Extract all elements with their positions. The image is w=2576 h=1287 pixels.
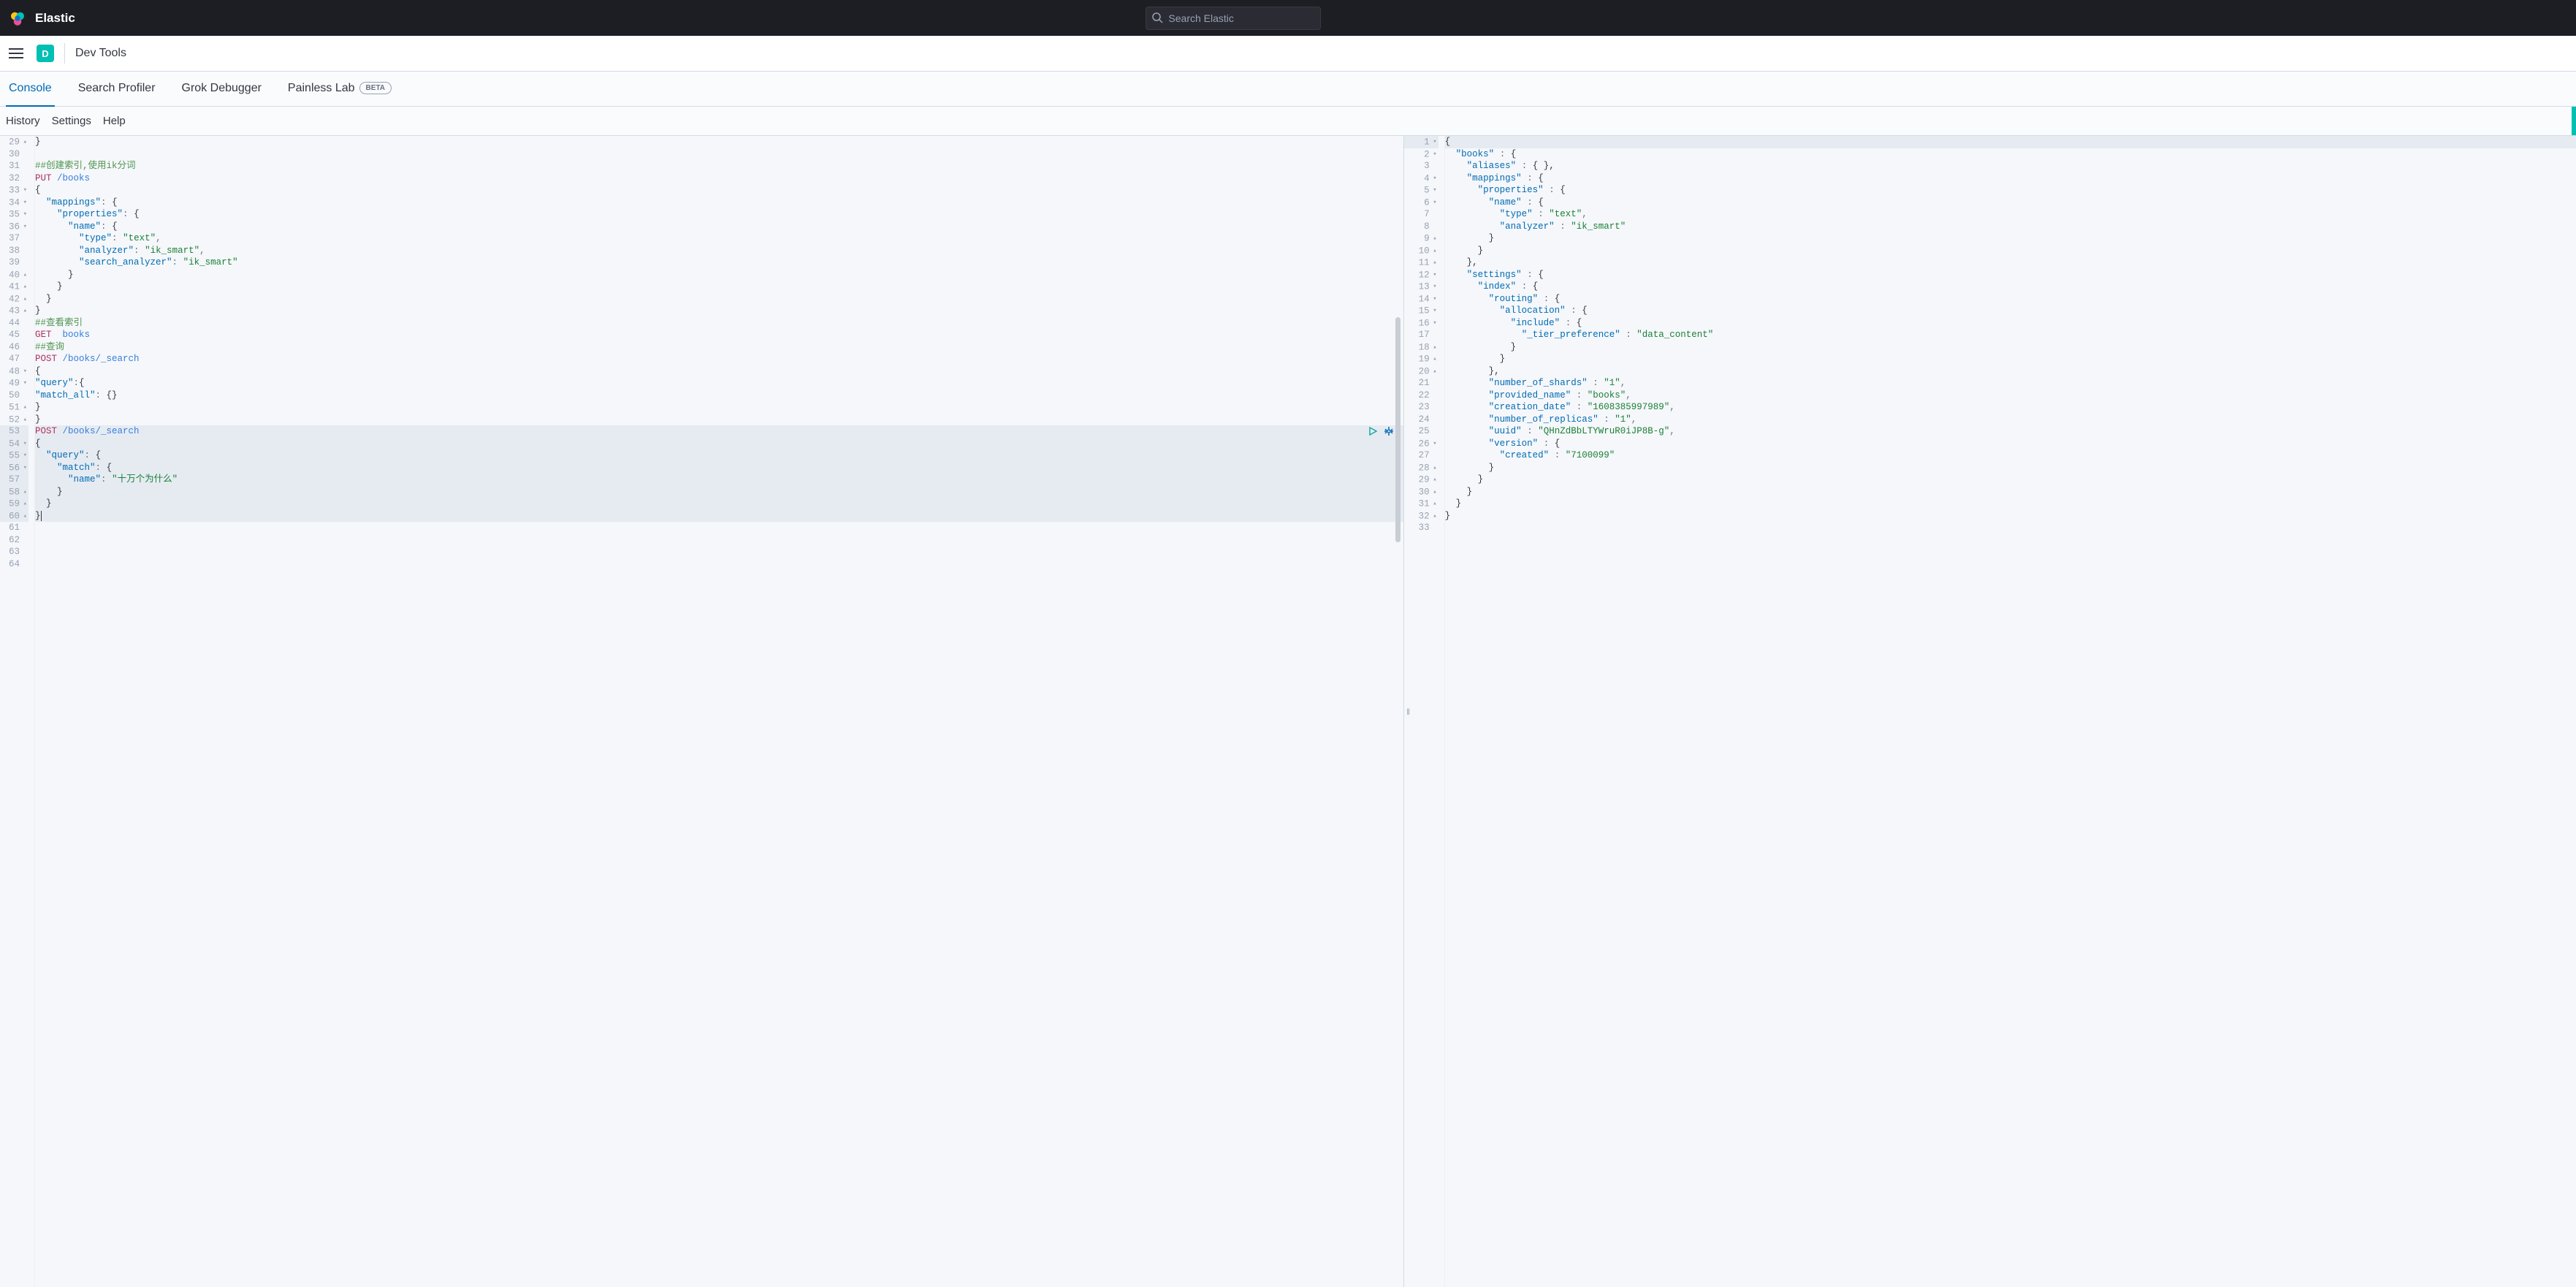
- tab-painless-label: Painless Lab: [288, 82, 355, 95]
- brand-name: Elastic: [35, 11, 75, 26]
- global-header: Elastic: [0, 0, 2576, 36]
- code-body: { "books" : { "aliases" : { }, "mappings…: [1445, 136, 2576, 1287]
- request-pane: 29▴30313233▾34▾35▾36▾37383940▴41▴42▴43▴4…: [0, 136, 1404, 1287]
- console-workspace: 29▴30313233▾34▾35▾36▾37383940▴41▴42▴43▴4…: [0, 136, 2576, 1287]
- resize-handle-icon[interactable]: [2572, 107, 2576, 135]
- search-input[interactable]: [1146, 7, 1321, 30]
- search-icon: [1151, 12, 1163, 26]
- devtools-tabs: Console Search Profiler Grok Debugger Pa…: [0, 72, 2576, 107]
- response-pane: ‖ 1▾2▾34▾5▾6▾789▴10▴11▴12▾13▾14▾15▾16▾17…: [1404, 136, 2576, 1287]
- tab-console[interactable]: Console: [6, 72, 55, 107]
- brand[interactable]: Elastic: [9, 10, 75, 27]
- app-header: D Dev Tools: [0, 36, 2576, 72]
- scrollbar[interactable]: [1395, 317, 1401, 542]
- history-button[interactable]: History: [6, 115, 40, 127]
- nav-toggle-button[interactable]: [9, 45, 26, 62]
- beta-badge: BETA: [359, 82, 392, 94]
- tab-grok-debugger[interactable]: Grok Debugger: [179, 72, 264, 107]
- elastic-logo-icon: [9, 10, 26, 27]
- code-body[interactable]: } ##创建索引,使用ik分词PUT /books{ "mappings": {…: [35, 136, 1403, 1287]
- pane-splitter-icon[interactable]: ‖: [1404, 703, 1413, 721]
- help-button[interactable]: Help: [103, 115, 126, 127]
- console-toolbar: History Settings Help: [0, 107, 2576, 136]
- divider: [64, 43, 65, 64]
- space-selector[interactable]: D: [37, 45, 54, 62]
- line-gutter: 29▴30313233▾34▾35▾36▾37383940▴41▴42▴43▴4…: [0, 136, 35, 1287]
- breadcrumb-app[interactable]: Dev Tools: [75, 47, 126, 60]
- settings-button[interactable]: Settings: [52, 115, 91, 127]
- global-search: [1146, 7, 1321, 30]
- tab-search-profiler[interactable]: Search Profiler: [75, 72, 159, 107]
- request-editor[interactable]: 29▴30313233▾34▾35▾36▾37383940▴41▴42▴43▴4…: [0, 136, 1403, 1287]
- tab-painless-lab[interactable]: Painless Lab BETA: [285, 72, 395, 107]
- response-editor[interactable]: 1▾2▾34▾5▾6▾789▴10▴11▴12▾13▾14▾15▾16▾1718…: [1404, 136, 2576, 1287]
